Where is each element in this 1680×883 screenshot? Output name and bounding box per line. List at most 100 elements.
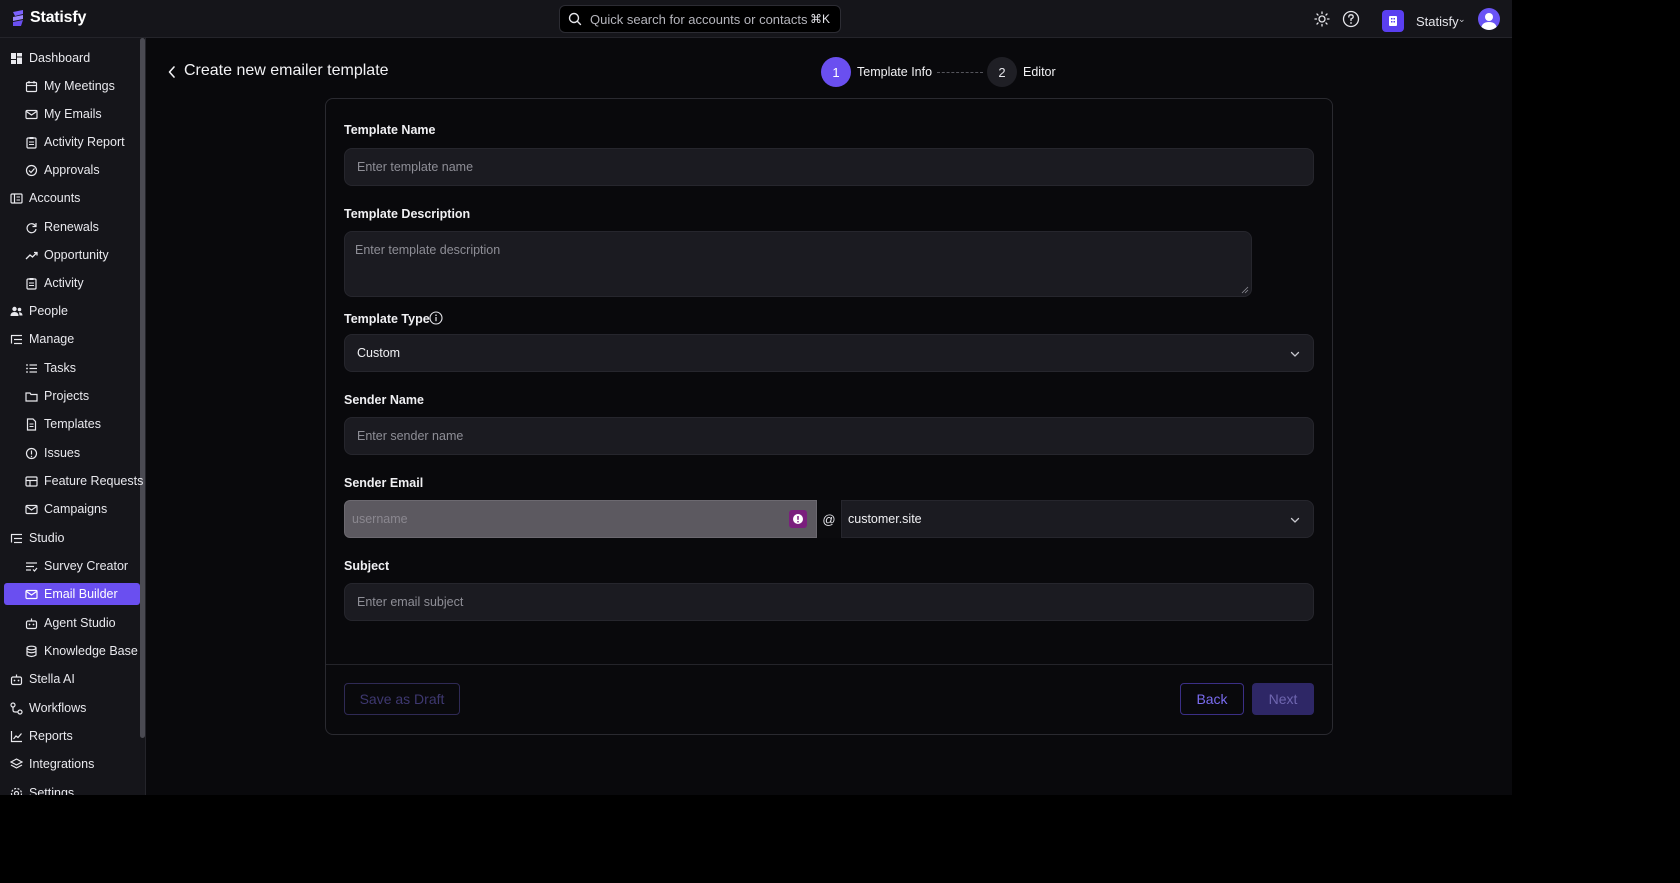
sidebar-item-label: Issues [44, 446, 81, 460]
next-button[interactable]: Next [1252, 683, 1314, 715]
step-1-indicator[interactable]: 1 [821, 57, 851, 87]
sidebar-item-templates[interactable]: Templates [25, 413, 101, 435]
layers-icon [10, 757, 23, 769]
sidebar-item-campaigns[interactable]: Campaigns [25, 498, 107, 520]
sidebar-item-label: Settings [29, 786, 75, 795]
sidebar-item-label: Reports [29, 729, 73, 743]
org-badge-icon[interactable] [1382, 10, 1404, 32]
global-search[interactable]: Quick search for accounts or contacts ⌘K [559, 5, 841, 33]
sidebar-item-agent-studio[interactable]: Agent Studio [25, 612, 116, 634]
resize-grip-icon[interactable] [1241, 286, 1249, 294]
sidebar-item-opportunity[interactable]: Opportunity [25, 244, 109, 266]
sidebar-item-dashboard[interactable]: Dashboard [10, 47, 90, 69]
step-2-indicator[interactable]: 2 [987, 57, 1017, 87]
sidebar-item-label: People [29, 304, 68, 318]
list-checks-icon [26, 561, 38, 572]
sidebar-item-label: My Emails [44, 107, 102, 121]
sidebar-item-renewals[interactable]: Renewals [25, 216, 99, 238]
sender-name-placeholder: Enter sender name [357, 429, 464, 443]
sender-domain-value: customer.site [848, 512, 922, 526]
help-icon[interactable] [1342, 10, 1360, 28]
sidebar-item-label: Email Builder [44, 587, 118, 601]
back-chevron-icon[interactable] [166, 64, 178, 80]
sidebar-item-approvals[interactable]: Approvals [25, 159, 100, 181]
sidebar-item-label: Activity Report [44, 135, 125, 149]
template-type-label: Template Type [344, 312, 430, 326]
field-alert-icon[interactable] [789, 510, 807, 528]
sidebar-item-label: Campaigns [44, 502, 108, 516]
sidebar-item-studio[interactable]: Studio [10, 527, 64, 549]
at-sign: @ [818, 500, 840, 538]
info-icon[interactable] [429, 311, 443, 325]
sidebar-item-label: Opportunity [44, 248, 109, 262]
sidebar-item-tasks[interactable]: Tasks [25, 357, 76, 379]
template-description-input[interactable]: Enter template description [344, 231, 1252, 297]
list-tree-icon [10, 334, 22, 344]
sidebar-item-my-emails[interactable]: My Emails [25, 103, 102, 125]
folder-icon [25, 391, 38, 402]
save-as-draft-button[interactable]: Save as Draft [344, 683, 460, 715]
check-circle-icon [25, 164, 38, 176]
sidebar-item-label: Integrations [29, 757, 95, 771]
sidebar-item-survey-creator[interactable]: Survey Creator [25, 555, 128, 577]
search-placeholder: Quick search for accounts or contacts [590, 11, 808, 27]
accounts-icon [10, 192, 23, 204]
subject-input[interactable]: Enter email subject [344, 583, 1314, 621]
user-avatar[interactable] [1478, 8, 1500, 30]
org-name[interactable]: Statisfy [1416, 14, 1459, 29]
sidebar-item-knowledge-base[interactable]: Knowledge Base [25, 640, 138, 662]
subject-label: Subject [344, 559, 390, 573]
template-description-placeholder: Enter template description [355, 243, 501, 257]
bot-icon [25, 618, 38, 629]
sidebar-item-settings[interactable]: Settings [10, 782, 74, 795]
sidebar-item-workflows[interactable]: Workflows [10, 697, 86, 719]
back-button[interactable]: Back [1180, 683, 1244, 715]
chart-icon [10, 730, 22, 742]
sidebar-item-manage[interactable]: Manage [10, 328, 74, 350]
sender-username-input[interactable]: username [344, 500, 817, 538]
sender-domain-select[interactable]: customer.site [841, 500, 1314, 538]
alert-circle-icon [25, 447, 38, 459]
sidebar-item-my-meetings[interactable]: My Meetings [25, 75, 115, 97]
sidebar-item-reports[interactable]: Reports [10, 725, 73, 747]
sidebar-item-label: Accounts [29, 191, 81, 205]
step-2-label[interactable]: Editor [1023, 65, 1056, 79]
sender-name-label: Sender Name [344, 393, 424, 407]
database-icon [26, 645, 37, 657]
mail-icon [25, 504, 38, 514]
refresh-icon [26, 222, 37, 233]
template-type-value: Custom [357, 346, 401, 360]
sidebar-item-label: Templates [44, 417, 101, 431]
org-dropdown-icon[interactable]: ⌄ [1458, 14, 1466, 25]
sender-name-input[interactable]: Enter sender name [344, 417, 1314, 455]
sidebar-item-activity-report[interactable]: Activity Report [25, 131, 125, 153]
workflow-icon [10, 701, 23, 715]
sidebar-item-email-builder[interactable]: Email Builder [4, 583, 140, 605]
theme-toggle-icon[interactable] [1313, 10, 1331, 28]
mail-icon [25, 109, 38, 119]
sidebar-item-integrations[interactable]: Integrations [10, 753, 94, 775]
sidebar-scrollbar[interactable] [140, 38, 145, 738]
sidebar-item-issues[interactable]: Issues [25, 442, 80, 464]
sidebar-item-label: Approvals [44, 163, 100, 177]
list-icon [26, 363, 37, 373]
brand-name: Statisfy [30, 9, 87, 26]
template-type-select[interactable]: Custom [344, 334, 1314, 372]
sidebar-item-label: Tasks [44, 361, 76, 375]
list-tree-icon [10, 533, 22, 543]
sender-username-placeholder: username [352, 512, 408, 526]
sidebar-item-people[interactable]: People [10, 300, 68, 322]
card-divider [326, 664, 1332, 665]
sidebar-item-label: Feature Requests [44, 474, 144, 488]
sidebar-item-accounts[interactable]: Accounts [10, 187, 80, 209]
gear-icon [10, 787, 23, 795]
brand[interactable]: Statisfy [11, 9, 86, 27]
sidebar-item-feature-requests[interactable]: Feature Requests [25, 470, 143, 492]
statisfy-logo-icon [13, 10, 23, 26]
sidebar-item-stella-ai[interactable]: Stella AI [10, 668, 75, 690]
step-1-label[interactable]: Template Info [857, 65, 932, 79]
template-name-input[interactable]: Enter template name [344, 148, 1314, 186]
sidebar-item-activity[interactable]: Activity [25, 272, 84, 294]
sidebar-item-projects[interactable]: Projects [25, 385, 89, 407]
dashboard-icon [11, 52, 22, 64]
